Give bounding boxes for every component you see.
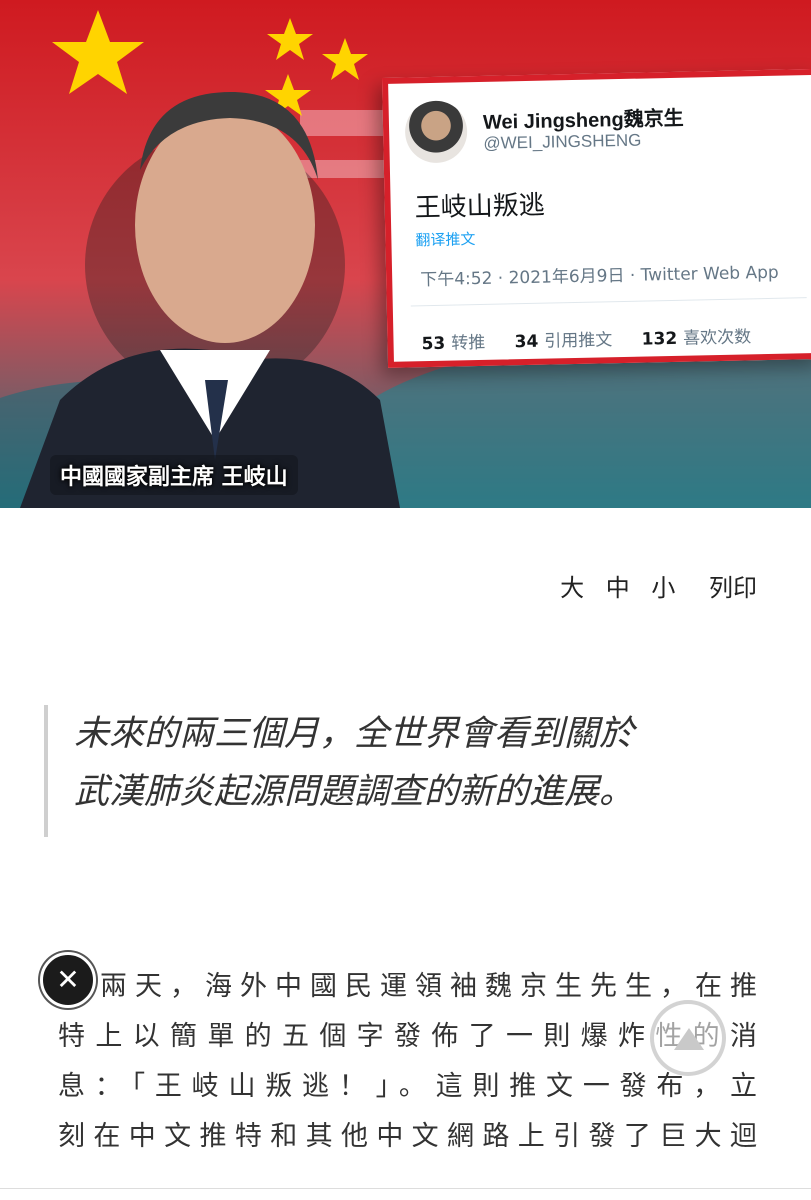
tweet-card: Wei Jingsheng魏京生 @WEI_JINGSHENG 王岐山叛逃 翻译…: [382, 68, 811, 368]
tweet-author-handle: @WEI_JINGSHENG: [483, 130, 642, 153]
arrow-up-icon: [674, 1028, 704, 1050]
article-line: 兩天，海外中國民運領袖魏京生先生，在推: [100, 971, 758, 1002]
pull-quote-line: 未來的兩三個月，全世界會看到關於: [74, 714, 635, 754]
tweet-divider: [410, 297, 807, 307]
pull-quote: 未來的兩三個月，全世界會看到關於 武漢肺炎起源問題調查的新的進展。: [44, 705, 764, 837]
article-line: 息：「王岐山叛逃！」。這則推文一發布，立: [58, 1071, 758, 1102]
tweet-stat-likes: 132 喜欢次数: [641, 327, 752, 350]
hero-image: Wei Jingsheng魏京生 @WEI_JINGSHENG 王岐山叛逃 翻译…: [0, 0, 811, 508]
tweet-text: 王岐山叛逃: [414, 190, 546, 224]
pull-quote-line: 武漢肺炎起源問題調查的新的進展。: [74, 772, 635, 812]
scroll-to-top-button[interactable]: [650, 1000, 726, 1076]
article-paragraph: 兩天，海外中國民運領袖魏京生先生，在推 特上以簡單的五個字發佈了一則爆炸性的消 …: [58, 962, 758, 1162]
tweet-timestamp: 下午4:52 · 2021年6月9日 · Twitter Web App: [420, 262, 779, 291]
tweet-author-name: Wei Jingsheng魏京生: [482, 107, 684, 134]
tweet-avatar: [404, 100, 468, 164]
font-large-button[interactable]: 大: [560, 574, 584, 602]
tweet-translate-link: 翻译推文: [415, 230, 476, 250]
font-small-button[interactable]: 小: [651, 574, 675, 602]
print-button[interactable]: 列印: [709, 574, 757, 602]
hero-caption: 中國國家副主席 王岐山: [50, 455, 298, 495]
tweet-stats: 53 转推 34 引用推文 132 喜欢次数: [421, 322, 775, 354]
bottom-divider: [0, 1188, 811, 1189]
font-medium-button[interactable]: 中: [606, 574, 630, 602]
font-size-toolbar: 大 中 小 列印: [546, 568, 757, 603]
tweet-stat-quotes: 34 引用推文: [514, 330, 613, 353]
close-icon[interactable]: ✕: [40, 952, 96, 1008]
tweet-stat-retweets: 53 转推: [421, 332, 486, 355]
article-line: 刻在中文推特和其他中文網路上引發了巨大迴: [58, 1121, 758, 1152]
